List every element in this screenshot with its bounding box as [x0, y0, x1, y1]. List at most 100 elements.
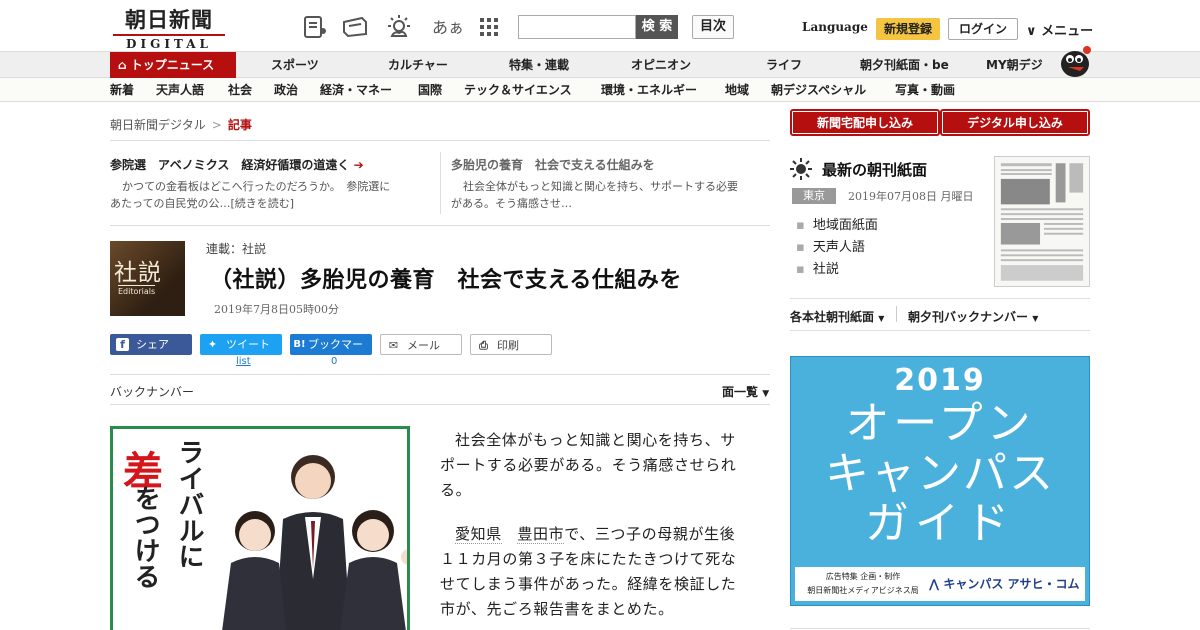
paper-link-tensei-jingo[interactable]: ▪ 天声人語: [796, 236, 865, 255]
nav-international[interactable]: 国際: [418, 78, 442, 102]
nav-culture[interactable]: カルチャー: [388, 52, 448, 78]
editorial-thumbnail: 社説 Editorials: [110, 241, 185, 316]
paper-link-editorial[interactable]: ▪ 社説: [796, 258, 839, 277]
bullet-icon: ▪: [796, 240, 805, 255]
facebook-share-button[interactable]: f シェア: [110, 334, 192, 355]
nav-photo-video[interactable]: 写真・動画: [895, 78, 955, 102]
ad-brand: ⋀ キャンパス アサヒ・コム: [929, 575, 1080, 592]
nav-politics[interactable]: 政治: [274, 78, 298, 102]
twitter-icon: ✦: [207, 338, 218, 351]
news-list-icon[interactable]: [302, 14, 328, 40]
nav-society[interactable]: 社会: [228, 78, 252, 102]
secondary-nav: 新着 天声人語 社会 政治 経済・マネー 国際 テック＆サイエンス 環境・エネル…: [0, 78, 1200, 102]
related-body-line: がある。そう痛感させ…: [451, 197, 572, 210]
nav-special[interactable]: 朝デジスペシャル: [771, 78, 866, 102]
newspaper-icon[interactable]: [342, 14, 368, 40]
divider: [110, 404, 770, 405]
article-paragraph: 社会全体がもっと知識と関心を持ち、サポートする必要がある。そう痛感させられる。: [440, 431, 737, 499]
ad-people-image: [222, 455, 407, 630]
dropdown-label: 各本社朝刊紙面: [790, 310, 875, 324]
nav-tensei-jingo[interactable]: 天声人語: [156, 78, 204, 102]
search-button[interactable]: 検 索: [636, 15, 678, 39]
hatena-count[interactable]: 0: [331, 356, 337, 367]
hatena-icon: B!: [293, 339, 306, 350]
grid-menu-icon[interactable]: [476, 14, 502, 40]
paper-date: 2019年07月08日 月曜日: [848, 190, 974, 203]
nav-sports[interactable]: スポーツ: [271, 52, 319, 78]
ad-footer-text: 広告特集 企画・制作: [825, 572, 901, 581]
logo-main-text: 朝日新聞: [125, 7, 213, 32]
hatena-bookmark-button[interactable]: B! ブックマーク: [290, 334, 372, 372]
divider: [790, 298, 1090, 299]
region-badge: 東京: [792, 188, 836, 204]
place-link-toyota[interactable]: 豊田市: [517, 525, 565, 544]
site-logo[interactable]: 朝日新聞 DIGITAL: [113, 8, 225, 51]
regional-papers-dropdown[interactable]: 各本社朝刊紙面 ▼: [790, 308, 884, 325]
home-icon: ⌂: [118, 58, 127, 72]
advertisement-left[interactable]: 差 をつける ライバルに: [110, 426, 410, 630]
share-label: シェア: [136, 338, 169, 351]
nav-latest[interactable]: 新着: [110, 78, 134, 102]
weather-icon[interactable]: [386, 14, 412, 40]
font-size-toggle[interactable]: あぁ: [432, 14, 464, 38]
series-label[interactable]: 連載：社説: [206, 240, 266, 257]
ad-title-line: ガイド: [865, 498, 1015, 549]
nav-environment[interactable]: 環境・エネルギー: [601, 78, 697, 102]
campus-logo-icon: ⋀: [929, 577, 940, 591]
nav-region[interactable]: 地域: [725, 78, 749, 102]
toc-button[interactable]: 目次: [692, 15, 734, 39]
place-link-aichi[interactable]: 愛知県: [455, 525, 502, 544]
dropdown-label: 朝夕刊バックナンバー: [908, 310, 1029, 324]
related-body-line: かつての金看板はどこへ行ったのだろうか。 参院選に: [122, 180, 391, 193]
related-body-1: かつての金看板はどこへ行ったのだろうか。 参院選に あたっての自民党の公…[続き…: [110, 178, 430, 212]
ad-title-line: キャンパス: [825, 448, 1055, 499]
related-title-2[interactable]: 多胎児の養育 社会で支える仕組みを: [451, 156, 655, 173]
login-button[interactable]: ログイン: [948, 18, 1018, 40]
nav-my-asadigi[interactable]: MY朝デジ: [986, 52, 1043, 78]
ad-vertical-text: ライバルに: [174, 439, 204, 569]
paper-link-label: 社説: [812, 262, 839, 277]
print-icon: ⎙: [479, 339, 488, 352]
article-date: 2019年7月8日05時00分: [214, 303, 339, 316]
related-title-1[interactable]: 参院選 アベノミクス 経済好循環の道遠く ➔: [110, 156, 364, 173]
advertisement-right[interactable]: 2019 オープン キャンパス ガイド 広告特集 企画・制作 朝日新聞社メディア…: [790, 356, 1090, 606]
nav-life[interactable]: ライフ: [766, 52, 802, 78]
print-button[interactable]: ⎙ 印刷: [470, 334, 552, 355]
breadcrumb-separator: >: [211, 118, 222, 132]
nav-top-news[interactable]: ⌂ トップニュース: [110, 52, 236, 78]
facebook-icon: f: [116, 338, 129, 351]
paper-link-label: 天声人語: [812, 240, 865, 255]
mail-share-button[interactable]: ✉ メール: [380, 334, 462, 355]
twitter-share-button[interactable]: ✦ ツイート: [200, 334, 282, 355]
menu-button[interactable]: ∨ メニュー: [1026, 20, 1093, 39]
language-link[interactable]: Language: [802, 20, 868, 34]
site-header: 朝日新聞 DIGITAL あぁ 検 索 目次 Language 新規登録 ログイ…: [0, 0, 1200, 52]
twitter-count[interactable]: list: [236, 356, 251, 367]
mascot-icon[interactable]: [1058, 44, 1092, 78]
page-list-label: 面一覧: [722, 385, 759, 399]
nav-opinion[interactable]: オピニオン: [631, 52, 691, 78]
backnumber-dropdown[interactable]: 朝夕刊バックナンバー ▼: [908, 308, 1038, 325]
divider: [790, 330, 1090, 331]
apply-digital-button[interactable]: デジタル申し込み: [940, 109, 1090, 136]
nav-paper[interactable]: 朝夕刊紙面・be: [860, 52, 949, 78]
breadcrumb-home[interactable]: 朝日新聞デジタル: [110, 118, 206, 132]
latest-paper-title[interactable]: 最新の朝刊紙面: [822, 159, 927, 180]
search-input[interactable]: [518, 15, 636, 39]
nav-tech-science[interactable]: テック＆サイエンス: [464, 78, 572, 102]
related-body-line[interactable]: あたっての自民党の公…[続きを読む]: [110, 195, 430, 212]
bullet-icon: ▪: [796, 218, 805, 233]
share-label: ツイート: [226, 338, 270, 351]
paper-link-regional[interactable]: ▪ 地域面紙面: [796, 214, 878, 233]
nav-features[interactable]: 特集・連載: [509, 52, 569, 78]
backnumber-label: バックナンバー: [110, 385, 195, 399]
nav-economy[interactable]: 経済・マネー: [320, 78, 392, 102]
divider: [790, 628, 1090, 629]
newspaper-thumbnail[interactable]: [994, 156, 1090, 287]
register-button[interactable]: 新規登録: [876, 18, 940, 40]
paper-link-label: 地域面紙面: [812, 218, 878, 233]
arrow-right-icon: ➔: [353, 158, 364, 172]
page-list-dropdown[interactable]: 面一覧 ▼: [722, 383, 769, 400]
share-label: メール: [407, 339, 440, 352]
apply-home-delivery-button[interactable]: 新聞宅配申し込み: [790, 109, 940, 136]
